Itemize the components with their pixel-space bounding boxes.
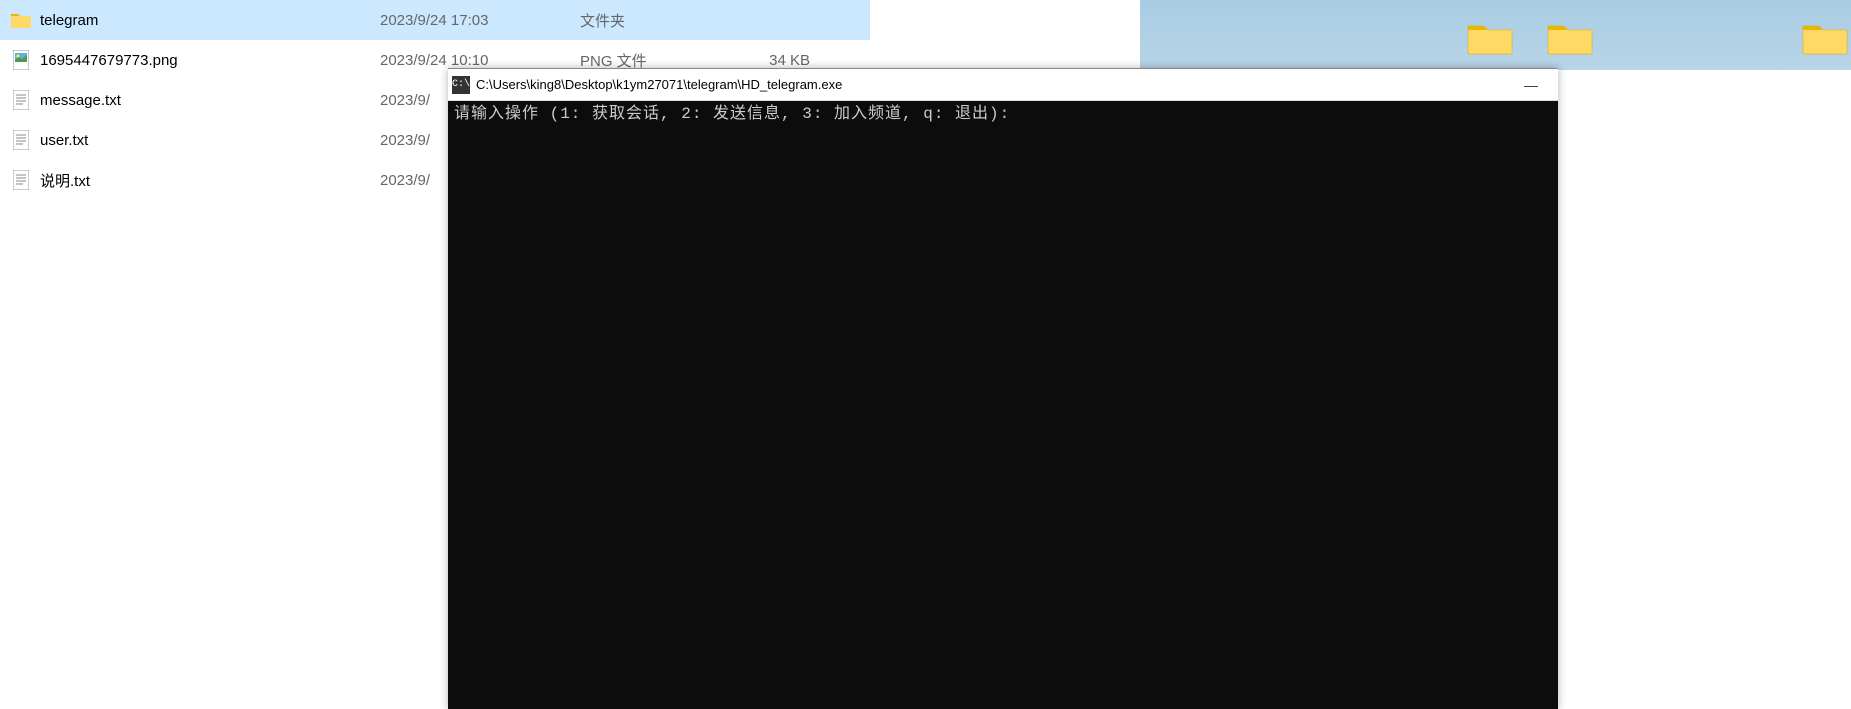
image-file-icon: [10, 49, 32, 71]
minimize-button[interactable]: —: [1508, 70, 1554, 100]
desktop-icon-label: 20230824...: [1161, 0, 1219, 2]
file-size: 34 KB: [710, 52, 810, 69]
file-name: message.txt: [40, 92, 380, 109]
console-body[interactable]: 请输入操作 (1: 获取会话, 2: 发送信息, 3: 加入频道, q: 退出)…: [448, 101, 1558, 709]
desktop-folder-icon[interactable]: [1540, 20, 1600, 60]
text-file-icon: [10, 129, 32, 151]
text-file-icon: [10, 89, 32, 111]
console-titlebar[interactable]: C:\ C:\Users\king8\Desktop\k1ym27071\tel…: [448, 69, 1558, 101]
file-date: 2023/9/24 10:10: [380, 52, 580, 69]
desktop-folder-icon[interactable]: [1460, 20, 1520, 60]
folder-icon: [10, 9, 32, 31]
console-window: C:\ C:\Users\king8\Desktop\k1ym27071\tel…: [448, 68, 1558, 709]
file-date: 2023/9/24 17:03: [380, 12, 580, 29]
console-title: C:\Users\king8\Desktop\k1ym27071\telegra…: [476, 77, 1508, 92]
file-name: telegram: [40, 12, 380, 29]
file-row-telegram[interactable]: telegram 2023/9/24 17:03 文件夹: [0, 0, 870, 40]
desktop-folder-icon[interactable]: [1795, 20, 1851, 60]
file-name: user.txt: [40, 132, 380, 149]
desktop-area: 20230824...: [1140, 0, 1851, 70]
file-type: 文件夹: [580, 10, 710, 31]
text-file-icon: [10, 169, 32, 191]
file-name: 1695447679773.png: [40, 52, 380, 69]
file-name: 说明.txt: [40, 170, 380, 191]
desktop-folder-icon[interactable]: 20230824...: [1160, 0, 1220, 30]
console-app-icon: C:\: [452, 76, 470, 94]
console-prompt: 请输入操作 (1: 获取会话, 2: 发送信息, 3: 加入频道, q: 退出)…: [454, 105, 1010, 123]
